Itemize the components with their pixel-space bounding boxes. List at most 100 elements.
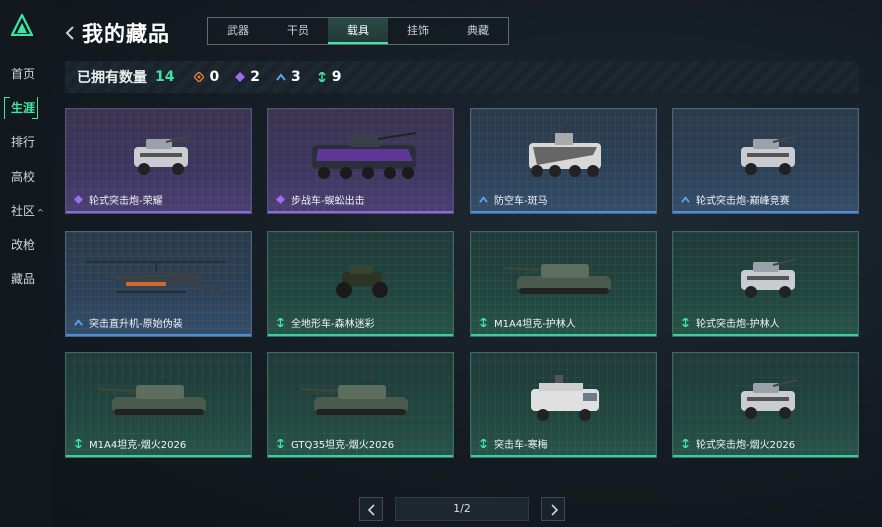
vehicle-card[interactable]: 轮式突击炮-巅峰竞赛 <box>672 108 859 214</box>
vehicle-name: 全地形车-森林迷彩 <box>276 315 375 330</box>
sidebar-item-label: 高校 <box>11 170 36 184</box>
vehicle-name: 轮式突击炮-荣耀 <box>74 192 163 207</box>
sidebar-item-home[interactable]: 首页 <box>0 62 52 86</box>
vehicle-card[interactable]: 步战车-蜈蚣出击 <box>267 108 454 214</box>
blue-chevron-icon <box>681 196 690 203</box>
rarity-count-purple: 2 <box>235 69 260 85</box>
rarity-count-blue: 3 <box>276 69 301 85</box>
blue-chevron-icon <box>74 319 83 326</box>
page-indicator: 1/2 <box>395 497 529 521</box>
sidebar-item-community[interactable]: 社区 ^ <box>0 199 52 223</box>
helicopter-image <box>86 261 227 293</box>
rarity-bar <box>471 211 656 213</box>
vehicle-name: 突击车-寒梅 <box>479 436 548 451</box>
vehicle-card[interactable]: 轮式突击炮-烟火2026 <box>672 352 859 458</box>
rarity-count-green: 9 <box>317 69 342 85</box>
owned-count-label: 已拥有数量 <box>77 70 147 86</box>
armored-car-image <box>134 135 191 175</box>
rarity-count-value: 0 <box>209 69 220 85</box>
rarity-bar <box>66 334 251 336</box>
tab-collectibles[interactable]: 典藏 <box>448 18 508 44</box>
green-arrow-icon <box>277 318 284 327</box>
chevron-up-icon: ^ <box>37 208 44 217</box>
tab-charms[interactable]: 挂饰 <box>388 18 448 44</box>
vehicle-card[interactable]: 突击车-寒梅 <box>470 352 657 458</box>
vehicle-name: 轮式突击炮-护林人 <box>681 315 780 330</box>
vehicle-name: 轮式突击炮-烟火2026 <box>681 436 795 451</box>
vehicle-name-text: 轮式突击炮-烟火2026 <box>696 440 796 451</box>
vehicle-card[interactable]: 全地形车-森林迷彩 <box>267 231 454 337</box>
vehicle-name-text: GTQ35坦克-烟火2026 <box>291 440 395 451</box>
green-arrow-icon <box>277 439 284 448</box>
sidebar-item-label: 排行 <box>11 135 36 149</box>
rarity-bar <box>673 334 858 336</box>
vehicle-card[interactable]: M1A4坦克-烟火2026 <box>65 352 252 458</box>
owned-count-value: 14 <box>155 69 175 85</box>
rarity-bar <box>673 455 858 457</box>
vehicle-name: M1A4坦克-烟火2026 <box>74 436 186 451</box>
vehicle-name-text: M1A4坦克-烟火2026 <box>89 440 187 451</box>
vehicle-name-text: 轮式突击炮-巅峰竞赛 <box>696 196 790 207</box>
rarity-count-value: 9 <box>331 69 342 85</box>
vehicle-name-text: 步战车-蜈蚣出击 <box>291 196 365 207</box>
green-arrow-icon <box>682 439 689 448</box>
tab-weapons[interactable]: 武器 <box>208 18 268 44</box>
blue-chevron-icon <box>479 196 488 203</box>
tab-operators[interactable]: 干员 <box>268 18 328 44</box>
page-title: 我的藏品 <box>82 22 170 46</box>
vehicle-name-text: 防空车-斑马 <box>494 196 548 207</box>
sidebar-item-college[interactable]: 高校 <box>0 165 52 189</box>
sidebar-item-ranking[interactable]: 排行 <box>0 130 52 154</box>
vehicle-card[interactable]: 轮式突击炮-护林人 <box>672 231 859 337</box>
rarity-bar <box>471 455 656 457</box>
vehicle-name: 轮式突击炮-巅峰竞赛 <box>681 192 790 207</box>
sidebar-item-label: 改枪 <box>11 238 36 252</box>
orange-diamond-icon <box>194 72 205 82</box>
back-chevron-icon[interactable] <box>64 24 76 42</box>
rarity-count-orange: 0 <box>194 69 219 85</box>
sidebar-item-collection[interactable]: 藏品 <box>0 267 52 291</box>
vehicle-card[interactable]: 轮式突击炮-荣耀 <box>65 108 252 214</box>
category-tabs: 武器 干员 载具 挂饰 典藏 <box>207 17 509 45</box>
vehicle-name-text: 轮式突击炮-荣耀 <box>89 196 163 207</box>
vehicle-name-text: 轮式突击炮-护林人 <box>696 319 780 330</box>
armored-car-image <box>741 135 798 175</box>
tab-vehicles[interactable]: 载具 <box>328 18 388 44</box>
prev-page-button[interactable] <box>359 497 383 521</box>
sidebar-item-gun-mod[interactable]: 改枪 <box>0 233 52 257</box>
rarity-bar <box>66 455 251 457</box>
vehicle-card[interactable]: 防空车-斑马 <box>470 108 657 214</box>
app-logo-icon[interactable] <box>11 14 33 36</box>
green-arrow-icon <box>480 318 487 327</box>
active-indicator <box>4 97 38 119</box>
vehicle-name-text: 突击车-寒梅 <box>494 440 548 451</box>
purple-diamond-icon <box>74 195 83 204</box>
vehicle-card[interactable]: 突击直升机-原始伪装 <box>65 231 252 337</box>
purple-diamond-icon <box>276 195 285 204</box>
vehicle-name-text: 全地形车-森林迷彩 <box>291 319 375 330</box>
owned-summary-bar: 已拥有数量 14 0 2 3 9 <box>65 61 859 93</box>
rarity-bar <box>673 211 858 213</box>
vehicle-name: GTQ35坦克-烟火2026 <box>276 436 394 451</box>
vehicle-name: 防空车-斑马 <box>479 192 548 207</box>
vehicle-card[interactable]: GTQ35坦克-烟火2026 <box>267 352 454 458</box>
sidebar-item-label: 藏品 <box>11 272 36 286</box>
ifv-image <box>312 132 417 179</box>
vehicle-card[interactable]: M1A4坦克-护林人 <box>470 231 657 337</box>
sidebar-item-label: 社区 <box>11 204 36 218</box>
rarity-bar <box>268 334 453 336</box>
green-arrow-icon <box>682 318 689 327</box>
rarity-count-value: 2 <box>250 69 260 85</box>
tank-image <box>502 258 611 294</box>
sidebar-item-label: 首页 <box>11 67 36 81</box>
next-page-button[interactable] <box>541 497 565 521</box>
sidebar-item-career[interactable]: 生涯 <box>0 96 52 120</box>
armored-car-image <box>741 379 798 419</box>
aa-truck-image <box>529 122 601 177</box>
armored-car-image <box>741 258 798 298</box>
chevron-left-icon <box>367 504 375 516</box>
green-arrow-icon <box>318 72 326 82</box>
purple-diamond-icon <box>235 72 246 82</box>
chevron-right-icon <box>551 504 559 516</box>
vehicle-name-text: M1A4坦克-护林人 <box>494 319 576 330</box>
